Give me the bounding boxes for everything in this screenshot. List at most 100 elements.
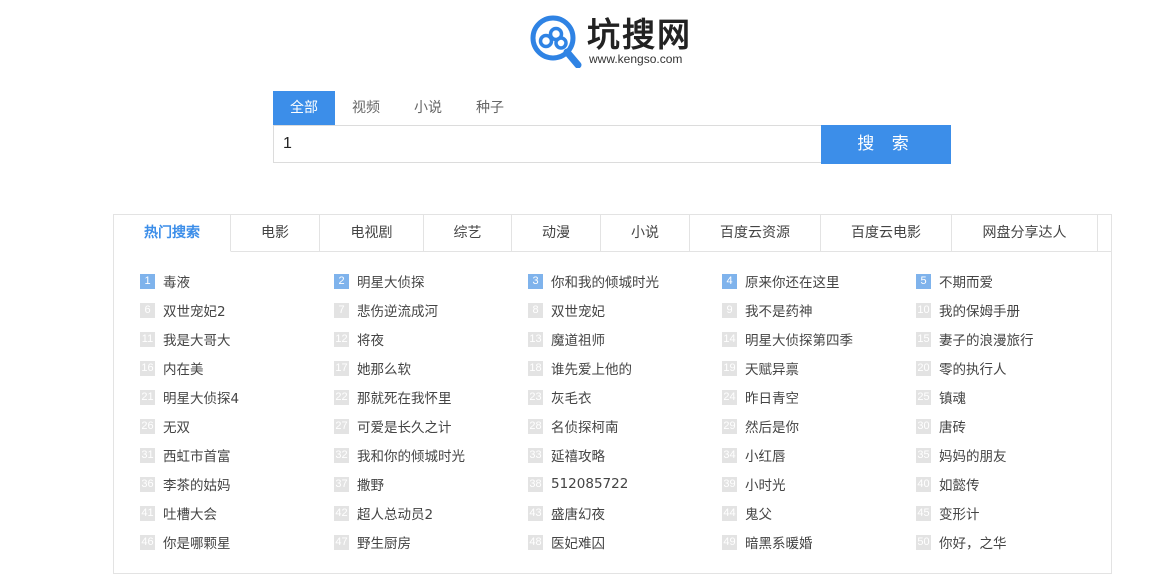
hot-search-item[interactable]: 33 延禧攻略	[528, 445, 605, 465]
hot-search-title: 小时光	[745, 478, 786, 494]
hot-search-item[interactable]: 36 李茶的姑妈	[140, 474, 231, 494]
search-tab-video[interactable]: 视频	[335, 91, 397, 125]
hot-search-item[interactable]: 17 她那么软	[334, 358, 411, 378]
hot-search-item[interactable]: 14 明星大侦探第四季	[722, 329, 853, 349]
hot-search-item[interactable]: 1 毒液	[140, 271, 190, 291]
tab-baidu-cloud-movies[interactable]: 百度云电影	[821, 215, 952, 251]
hot-search-title: 我是大哥大	[163, 333, 231, 349]
rank-badge: 28	[528, 418, 543, 434]
hot-search-item[interactable]: 2 明星大侦探	[334, 271, 425, 291]
hot-search-item[interactable]: 49 暗黑系暖婚	[722, 532, 813, 552]
logo-url: www.kengso.com	[589, 52, 683, 66]
rank-badge: 9	[722, 302, 737, 318]
hot-search-item[interactable]: 12 将夜	[334, 329, 384, 349]
tab-baidu-cloud-resources[interactable]: 百度云资源	[690, 215, 821, 251]
search-button[interactable]: 搜 索	[821, 125, 951, 164]
hot-search-item[interactable]: 46 你是哪颗星	[140, 532, 231, 552]
hot-search-item[interactable]: 6 双世宠妃2	[140, 300, 226, 320]
hot-search-title: 可爱是长久之计	[357, 420, 452, 436]
hot-search-item[interactable]: 35 妈妈的朋友	[916, 445, 1007, 465]
rank-badge: 41	[140, 505, 155, 521]
hot-search-item[interactable]: 4 原来你还在这里	[722, 271, 840, 291]
hot-search-item[interactable]: 7 悲伤逆流成河	[334, 300, 438, 320]
hot-search-item[interactable]: 40 如懿传	[916, 474, 980, 494]
hot-search-title: 我不是药神	[745, 304, 813, 320]
hot-search-item[interactable]: 43 盛唐幻夜	[528, 503, 605, 523]
rank-badge: 25	[916, 389, 931, 405]
rank-badge: 2	[334, 273, 349, 289]
rank-badge: 21	[140, 389, 155, 405]
hot-search-item[interactable]: 28 名侦探柯南	[528, 416, 619, 436]
hot-search-item[interactable]: 42 超人总动员2	[334, 503, 433, 523]
hot-search-item[interactable]: 38 512085722	[528, 474, 628, 494]
tab-anime[interactable]: 动漫	[512, 215, 601, 251]
rank-badge: 49	[722, 534, 737, 550]
search-tab-novel[interactable]: 小说	[397, 91, 459, 125]
hot-search-item[interactable]: 22 那就死在我怀里	[334, 387, 452, 407]
rank-badge: 33	[528, 447, 543, 463]
search-tab-all[interactable]: 全部	[273, 91, 335, 125]
hot-search-item[interactable]: 24 昨日青空	[722, 387, 799, 407]
hot-search-title: 无双	[163, 420, 190, 436]
hot-search-item[interactable]: 16 内在美	[140, 358, 204, 378]
hot-search-item[interactable]: 25 镇魂	[916, 387, 966, 407]
hot-search-item[interactable]: 21 明星大侦探4	[140, 387, 239, 407]
hot-search-title: 零的执行人	[939, 362, 1007, 378]
rank-badge: 3	[528, 273, 543, 289]
tab-novel[interactable]: 小说	[601, 215, 690, 251]
hot-search-title: 不期而爱	[939, 275, 993, 291]
hot-search-title: 明星大侦探	[357, 275, 425, 291]
hot-search-item[interactable]: 9 我不是药神	[722, 300, 813, 320]
hot-search-title: 吐槽大会	[163, 507, 217, 523]
tab-movie[interactable]: 电影	[231, 215, 320, 251]
hot-search-item[interactable]: 39 小时光	[722, 474, 786, 494]
hot-search-title: 小红唇	[745, 449, 786, 465]
hot-search-title: 512085722	[551, 476, 629, 492]
hot-search-item[interactable]: 20 零的执行人	[916, 358, 1007, 378]
hot-search-item[interactable]: 45 变形计	[916, 503, 980, 523]
search-tab-torrent[interactable]: 种子	[459, 91, 521, 125]
hot-search-item[interactable]: 3 你和我的倾城时光	[528, 271, 659, 291]
hot-search-item[interactable]: 26 无双	[140, 416, 190, 436]
site-logo[interactable]: 坑搜网 www.kengso.com	[529, 14, 699, 70]
hot-search-item[interactable]: 32 我和你的倾城时光	[334, 445, 465, 465]
hot-search-item[interactable]: 30 唐砖	[916, 416, 966, 436]
search-box	[273, 125, 821, 163]
hot-search-title: 西虹市首富	[163, 449, 231, 465]
hot-search-item[interactable]: 50 你好，之华	[916, 532, 1007, 552]
hot-search-item[interactable]: 23 灰毛衣	[528, 387, 592, 407]
hot-search-item[interactable]: 19 天赋异禀	[722, 358, 799, 378]
hot-search-item[interactable]: 29 然后是你	[722, 416, 799, 436]
hot-search-item[interactable]: 5 不期而爱	[916, 271, 993, 291]
rank-badge: 11	[140, 331, 155, 347]
hot-search-item[interactable]: 34 小红唇	[722, 445, 786, 465]
hot-search-item[interactable]: 8 双世宠妃	[528, 300, 605, 320]
rank-badge: 47	[334, 534, 349, 550]
hot-search-item[interactable]: 10 我的保姆手册	[916, 300, 1020, 320]
hot-search-item[interactable]: 44 鬼父	[722, 503, 772, 523]
hot-search-item[interactable]: 27 可爱是长久之计	[334, 416, 452, 436]
tab-netdisk-sharers[interactable]: 网盘分享达人	[952, 215, 1098, 251]
tab-variety[interactable]: 综艺	[424, 215, 512, 251]
rank-badge: 10	[916, 302, 931, 318]
hot-search-item[interactable]: 47 野生厨房	[334, 532, 411, 552]
hot-search-item[interactable]: 37 撒野	[334, 474, 384, 494]
rank-badge: 1	[140, 273, 155, 289]
hot-search-item[interactable]: 13 魔道祖师	[528, 329, 605, 349]
rank-badge: 26	[140, 418, 155, 434]
hot-search-title: 明星大侦探4	[163, 391, 240, 407]
tab-hot-search[interactable]: 热门搜索	[114, 215, 231, 252]
tab-tv-series[interactable]: 电视剧	[320, 215, 424, 251]
search-type-tabs: 全部 视频 小说 种子	[273, 91, 521, 125]
hot-search-item[interactable]: 31 西虹市首富	[140, 445, 231, 465]
hot-search-item[interactable]: 48 医妃难囚	[528, 532, 605, 552]
rank-badge: 39	[722, 476, 737, 492]
hot-search-item[interactable]: 41 吐槽大会	[140, 503, 217, 523]
search-input[interactable]	[274, 126, 821, 162]
rank-badge: 23	[528, 389, 543, 405]
hot-search-item[interactable]: 18 谁先爱上他的	[528, 358, 632, 378]
rank-badge: 19	[722, 360, 737, 376]
hot-search-item[interactable]: 11 我是大哥大	[140, 329, 231, 349]
hot-search-item[interactable]: 15 妻子的浪漫旅行	[916, 329, 1034, 349]
hot-search-title: 我的保姆手册	[939, 304, 1020, 320]
